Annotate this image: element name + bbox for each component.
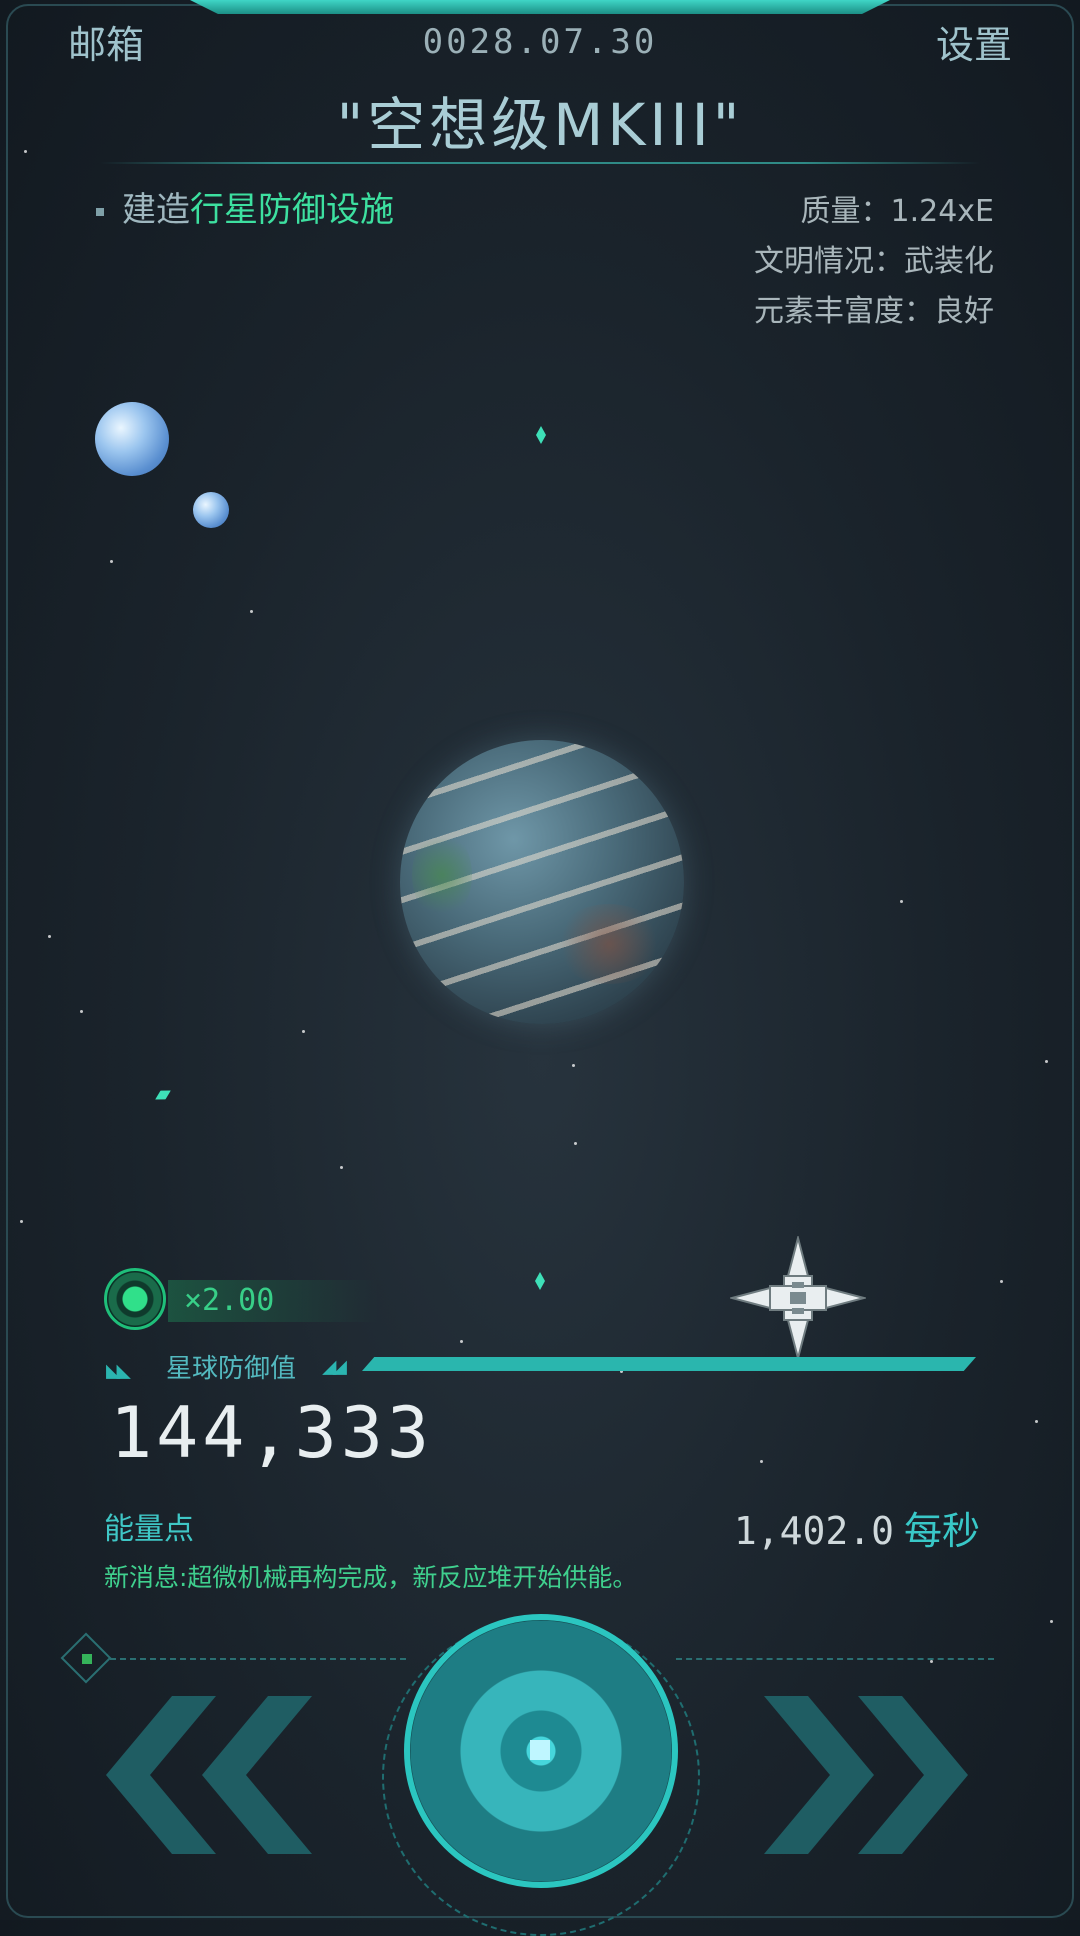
energy-label: 能量点 xyxy=(104,1512,194,1547)
current-task[interactable]: 建造行星防御设施 xyxy=(96,182,394,231)
multiplier-target-icon[interactable] xyxy=(104,1268,166,1330)
bullet-icon xyxy=(96,207,104,216)
energy-rate-unit: 每秒 xyxy=(903,1509,980,1553)
defense-bar xyxy=(362,1357,976,1371)
moon-large[interactable] xyxy=(95,402,169,476)
news-ticker: 新消息:超微机械再构完成，新反应堆开始供能。 xyxy=(104,1563,638,1592)
dashed-divider-right xyxy=(676,1658,994,1660)
slash-deco-icon: ◣◣ xyxy=(106,1356,131,1384)
planet[interactable] xyxy=(400,740,684,1024)
menu-diamond-dot xyxy=(82,1654,92,1664)
header-divider xyxy=(100,162,980,164)
task-highlight: 行星防御设施 xyxy=(190,190,394,230)
power-core-icon xyxy=(530,1740,550,1760)
defense-value: 144,333 xyxy=(110,1392,434,1474)
energy-rate-value: 1,402.0 xyxy=(733,1509,894,1553)
settings-button[interactable]: 设置 xyxy=(936,14,1012,69)
task-prefix: 建造 xyxy=(122,190,190,230)
planet-civilization: 文明情况：武装化 xyxy=(754,244,994,279)
defense-label: 星球防御值 xyxy=(166,1354,297,1384)
planet-mass: 质量：1.24xE xyxy=(800,194,994,229)
dashed-divider-left xyxy=(110,1658,406,1660)
spaceship-icon xyxy=(730,1236,866,1360)
slash-deco-icon: ◢◢ xyxy=(322,1352,347,1380)
multiplier-value: ×2.00 xyxy=(184,1283,275,1318)
planet-elements: 元素丰富度：良好 xyxy=(754,294,994,329)
ship-name-title: "空想级MKIII" xyxy=(336,91,744,159)
game-date: 0028.07.30 xyxy=(422,22,658,62)
moon-small[interactable] xyxy=(193,492,229,528)
energy-rate: 1,402.0 每秒 xyxy=(734,1500,980,1555)
top-glow-bar xyxy=(190,0,890,14)
